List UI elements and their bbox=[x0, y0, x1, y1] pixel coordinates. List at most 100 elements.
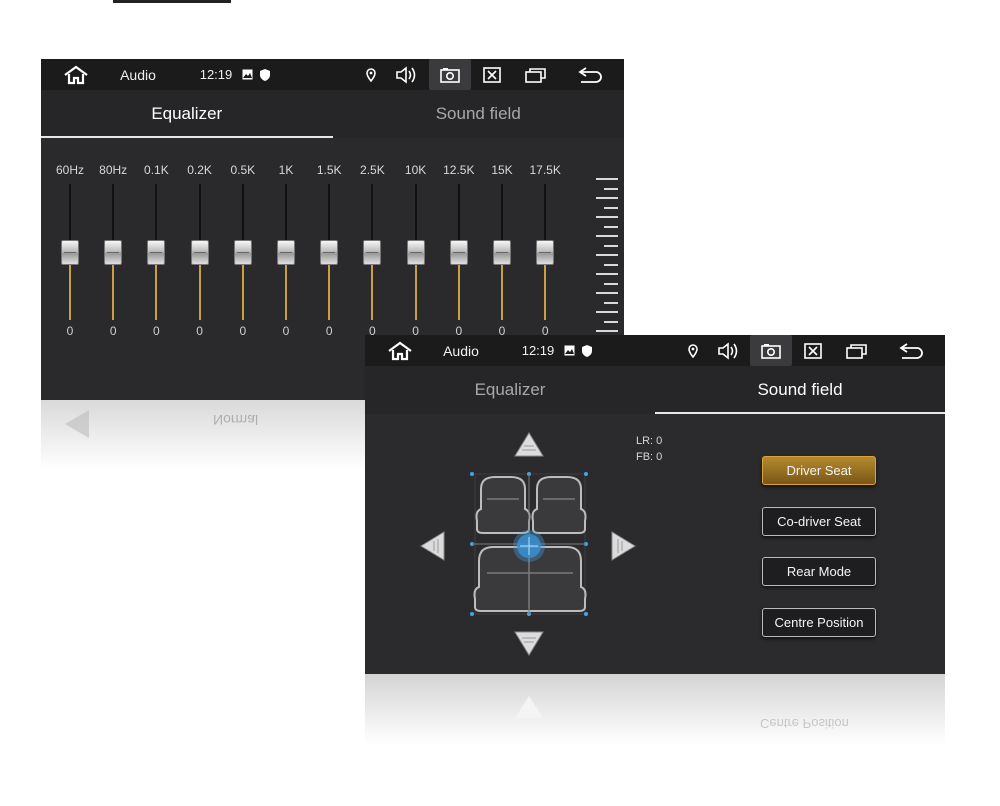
driver-seat-button[interactable]: Driver Seat bbox=[762, 456, 876, 485]
scale-tick bbox=[596, 330, 618, 332]
eq-band: 0.1K 0 bbox=[136, 138, 176, 348]
band-slider-handle[interactable] bbox=[406, 240, 425, 265]
move-forward-button[interactable] bbox=[514, 432, 544, 463]
scale-tick bbox=[596, 178, 618, 180]
scale-tick bbox=[604, 225, 618, 228]
scale-tick bbox=[604, 282, 618, 285]
tab-sound-field[interactable]: Sound field bbox=[333, 90, 625, 138]
tab-bar: Equalizer Sound field bbox=[365, 366, 945, 414]
band-frequency-label: 10K bbox=[404, 163, 427, 177]
scale-tick bbox=[596, 216, 618, 218]
tab-bar: Equalizer Sound field bbox=[41, 90, 624, 138]
band-frequency-label: 80Hz bbox=[99, 163, 128, 177]
band-frequency-label: 2.5K bbox=[360, 163, 385, 177]
scale-tick bbox=[604, 244, 618, 247]
clock: 12:19 bbox=[199, 67, 233, 82]
eq-band: 17.5K 0 bbox=[525, 138, 565, 348]
location-icon bbox=[685, 335, 701, 366]
band-gain-value: 0 bbox=[239, 324, 247, 338]
eq-band: 15K 0 bbox=[482, 138, 522, 348]
equalizer-reflection: Normal bbox=[41, 400, 366, 470]
band-gain-value: 0 bbox=[153, 324, 160, 338]
eq-band: 1.5K 0 bbox=[309, 138, 349, 348]
reflection-preset-text: Normal bbox=[213, 412, 259, 428]
band-slider-handle[interactable] bbox=[277, 240, 295, 265]
home-icon[interactable] bbox=[61, 59, 91, 90]
volume-icon[interactable] bbox=[393, 59, 419, 90]
co-driver-seat-button[interactable]: Co-driver Seat bbox=[762, 507, 876, 536]
image-icon bbox=[562, 335, 576, 366]
scale-tick bbox=[596, 292, 618, 294]
location-icon bbox=[363, 59, 379, 90]
screenshot-icon[interactable] bbox=[750, 335, 792, 366]
volume-icon[interactable] bbox=[715, 335, 741, 366]
move-right-button[interactable] bbox=[610, 531, 636, 566]
band-slider-handle[interactable] bbox=[363, 240, 382, 265]
scale-tick bbox=[604, 206, 618, 209]
tab-equalizer[interactable]: Equalizer bbox=[365, 366, 655, 414]
band-slider-handle[interactable] bbox=[320, 240, 339, 265]
band-slider-handle[interactable] bbox=[233, 240, 252, 265]
scale-tick bbox=[604, 320, 618, 323]
band-slider-handle[interactable] bbox=[104, 240, 123, 265]
close-box-icon[interactable] bbox=[802, 335, 824, 366]
band-gain-value: 0 bbox=[325, 324, 333, 338]
screenshot-icon[interactable] bbox=[429, 59, 471, 90]
eq-band: 12.5K 0 bbox=[439, 138, 479, 348]
sound-field-reflection: Centre Position bbox=[365, 674, 945, 744]
band-slider-handle[interactable] bbox=[493, 240, 511, 265]
scale-tick bbox=[596, 254, 618, 256]
eq-band: 0.2K 0 bbox=[180, 138, 220, 348]
eq-band: 10K 0 bbox=[396, 138, 436, 348]
home-icon[interactable] bbox=[385, 335, 415, 366]
reflection-arrow-icon bbox=[515, 696, 543, 718]
band-gain-value: 0 bbox=[196, 324, 203, 338]
band-frequency-label: 17.5K bbox=[529, 163, 561, 177]
back-icon[interactable] bbox=[576, 59, 606, 90]
scale-tick bbox=[604, 301, 618, 304]
status-bar: Audio 12:19 bbox=[41, 59, 624, 90]
band-frequency-label: 0.1K bbox=[144, 163, 169, 177]
clock: 12:19 bbox=[521, 343, 555, 358]
back-icon[interactable] bbox=[897, 335, 927, 366]
top-edge-fragment bbox=[113, 0, 231, 3]
sound-position-marker[interactable] bbox=[511, 528, 547, 564]
band-frequency-label: 12.5K bbox=[443, 163, 475, 177]
eq-band: 0.5K 0 bbox=[223, 138, 263, 348]
move-backward-button[interactable] bbox=[514, 630, 544, 661]
band-frequency-label: 60Hz bbox=[55, 163, 84, 177]
status-bar: Audio 12:19 bbox=[365, 335, 945, 366]
band-slider-handle[interactable] bbox=[61, 240, 79, 265]
eq-band: 2.5K 0 bbox=[352, 138, 392, 348]
recent-apps-icon[interactable] bbox=[523, 59, 549, 90]
recent-apps-icon[interactable] bbox=[844, 335, 870, 366]
band-frequency-label: 1.5K bbox=[316, 163, 342, 177]
sound-field-screen: Audio 12:19 Equalizer Sound field LR: 0 … bbox=[365, 335, 945, 674]
move-left-button[interactable] bbox=[420, 531, 446, 566]
scale-tick bbox=[596, 311, 618, 313]
scale-tick bbox=[604, 187, 618, 190]
reflection-arrow-icon bbox=[65, 410, 89, 438]
app-title: Audio bbox=[120, 66, 156, 83]
scale-tick bbox=[596, 273, 618, 275]
band-slider-handle[interactable] bbox=[449, 240, 468, 265]
scale-tick bbox=[604, 263, 618, 266]
band-slider-handle[interactable] bbox=[536, 240, 555, 265]
tab-sound-field[interactable]: Sound field bbox=[655, 366, 945, 414]
band-frequency-label: 0.2K bbox=[187, 163, 212, 177]
level-scale bbox=[596, 178, 618, 333]
shield-icon bbox=[580, 335, 594, 366]
band-gain-value: 0 bbox=[282, 324, 290, 338]
band-slider-handle[interactable] bbox=[190, 240, 209, 265]
close-box-icon[interactable] bbox=[481, 59, 503, 90]
eq-band: 60Hz 0 bbox=[50, 138, 90, 348]
app-title: Audio bbox=[443, 342, 479, 359]
band-frequency-label: 0.5K bbox=[230, 163, 256, 177]
tab-equalizer[interactable]: Equalizer bbox=[41, 90, 333, 138]
image-icon bbox=[240, 59, 254, 90]
band-frequency-label: 15K bbox=[491, 163, 513, 177]
rear-mode-button[interactable]: Rear Mode bbox=[762, 557, 876, 586]
fb-readout: FB: 0 bbox=[636, 451, 663, 463]
band-slider-handle[interactable] bbox=[147, 240, 166, 265]
centre-position-button[interactable]: Centre Position bbox=[762, 608, 876, 637]
